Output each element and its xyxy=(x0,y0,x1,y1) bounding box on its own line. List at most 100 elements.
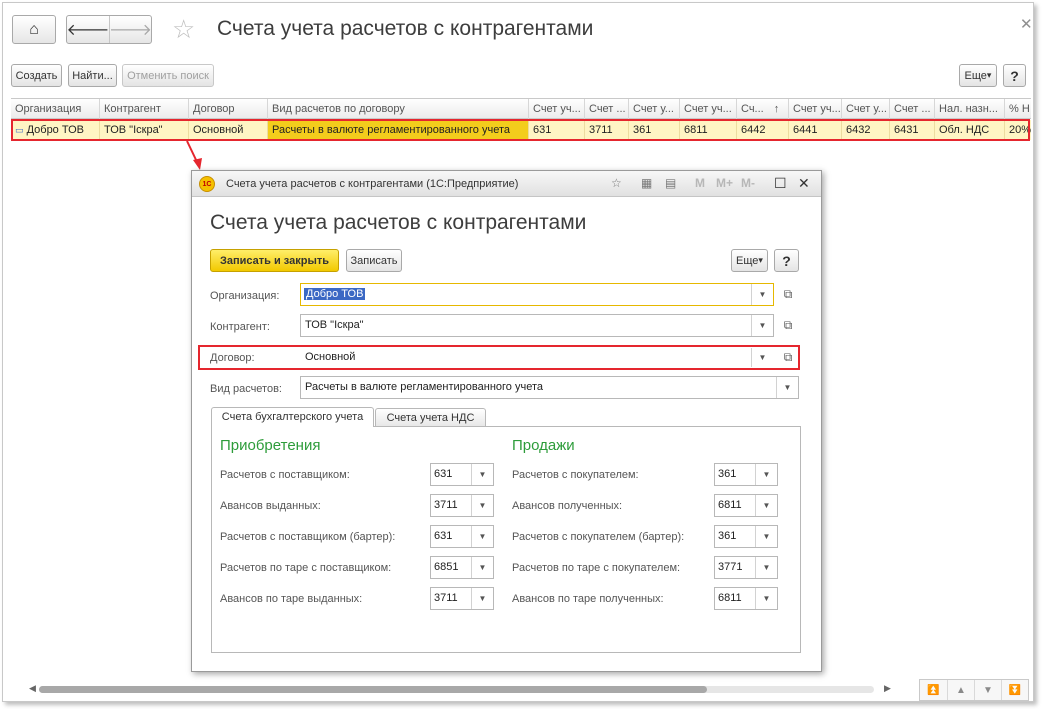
scroll-right-icon[interactable]: ▶ xyxy=(884,683,891,694)
counterparty-field[interactable]: ТОВ "Іскра" ▼ xyxy=(300,314,774,337)
forward-button[interactable]: 🡒 xyxy=(109,16,152,43)
chevron-down-icon[interactable]: ▼ xyxy=(471,557,493,578)
col-account-2[interactable]: Счет ... xyxy=(585,99,629,119)
calendar-icon[interactable]: ▤ xyxy=(665,176,676,190)
col-account-1[interactable]: Счет уч... xyxy=(529,99,585,119)
chevron-down-icon[interactable]: ▼ xyxy=(755,464,777,485)
chevron-down-icon[interactable]: ▼ xyxy=(755,557,777,578)
save-button[interactable]: Записать xyxy=(346,249,402,272)
col-account-6[interactable]: Счет уч... xyxy=(789,99,842,119)
col-vat-percent[interactable]: % Н xyxy=(1005,99,1031,119)
history-nav-group: 🡐 🡒 xyxy=(66,15,152,44)
prev-row-icon[interactable]: ▲ xyxy=(947,680,974,700)
col-account-3[interactable]: Счет у... xyxy=(629,99,680,119)
dialog-help-button[interactable]: ? xyxy=(774,249,799,272)
tab-vat[interactable]: Счета учета НДС xyxy=(375,408,486,427)
chevron-down-icon[interactable]: ▼ xyxy=(471,464,493,485)
col-account-5[interactable]: Сч... ↑ xyxy=(737,99,789,119)
favorite-icon[interactable]: ☆ xyxy=(611,176,622,190)
next-row-icon[interactable]: ▼ xyxy=(974,680,1001,700)
calculator-icon[interactable]: ▦ xyxy=(641,176,652,190)
tab-accounting[interactable]: Счета бухгалтерского учета xyxy=(211,407,374,427)
purchases-account-field[interactable]: 3711 ▼ xyxy=(430,587,494,610)
page-title: Счета учета расчетов с контрагентами xyxy=(217,17,594,40)
open-organization-icon[interactable]: ⧉ xyxy=(781,287,795,301)
contract-field[interactable]: Основной ▼ xyxy=(300,347,774,368)
sales-account-field[interactable]: 361 ▼ xyxy=(714,463,778,486)
organization-value: Добро ТОВ xyxy=(304,288,366,300)
chevron-down-icon[interactable]: ▼ xyxy=(471,588,493,609)
memory-minus-icon[interactable]: M- xyxy=(741,176,755,190)
tab-panel-accounting: Приобретения Продажи Расчетов с поставщи… xyxy=(211,426,801,653)
dialog-titlebar[interactable]: 1С Счета учета расчетов с контрагентами … xyxy=(192,171,821,197)
table-header: Организация Контрагент Договор Вид расче… xyxy=(11,99,1031,119)
dialog-more-button[interactable]: Еще xyxy=(731,249,768,272)
find-button[interactable]: Найти... xyxy=(68,64,117,87)
open-contract-icon[interactable]: ⧉ xyxy=(781,350,795,364)
purchases-row-label: Авансов выданных: xyxy=(220,500,321,512)
settlement-type-field[interactable]: Расчеты в валюте регламентированного уче… xyxy=(300,376,799,399)
1c-logo-icon: 1С xyxy=(199,176,215,192)
col-organization[interactable]: Организация xyxy=(11,99,100,119)
open-counterparty-icon[interactable]: ⧉ xyxy=(781,318,795,332)
chevron-down-icon[interactable]: ▼ xyxy=(751,284,773,305)
cancel-search-button[interactable]: Отменить поиск xyxy=(122,64,214,87)
col-account-4[interactable]: Счет уч... xyxy=(680,99,737,119)
chevron-down-icon[interactable]: ▼ xyxy=(751,348,773,367)
sales-account-field[interactable]: 361 ▼ xyxy=(714,525,778,548)
sales-row-label: Расчетов по таре с покупателем: xyxy=(512,562,681,574)
col-contract[interactable]: Договор xyxy=(189,99,268,119)
purchases-title: Приобретения xyxy=(220,437,321,454)
col-settlement-type[interactable]: Вид расчетов по договору xyxy=(268,99,529,119)
sales-account-field[interactable]: 3771 ▼ xyxy=(714,556,778,579)
chevron-down-icon[interactable]: ▼ xyxy=(776,377,798,398)
chevron-down-icon[interactable]: ▼ xyxy=(755,495,777,516)
home-button[interactable]: ⌂ xyxy=(13,16,55,43)
help-button[interactable]: ? xyxy=(1003,64,1026,87)
first-row-icon[interactable]: ⏫ xyxy=(920,680,947,700)
arrow-right-icon: 🡒 xyxy=(109,22,152,39)
last-row-icon[interactable]: ⏬ xyxy=(1001,680,1028,700)
arrow-left-icon: 🡐 xyxy=(66,22,110,39)
settlement-type-label: Вид расчетов: xyxy=(210,383,282,395)
sales-row-label: Авансов по таре полученных: xyxy=(512,593,664,605)
chevron-down-icon[interactable]: ▼ xyxy=(471,526,493,547)
sales-row-label: Авансов полученных: xyxy=(512,500,623,512)
purchases-row-label: Расчетов с поставщиком: xyxy=(220,469,350,481)
purchases-account-field[interactable]: 3711 ▼ xyxy=(430,494,494,517)
purchases-account-field[interactable]: 6851 ▼ xyxy=(430,556,494,579)
purchases-row-label: Расчетов по таре с поставщиком: xyxy=(220,562,392,574)
chevron-down-icon[interactable]: ▼ xyxy=(471,495,493,516)
purchases-account-field[interactable]: 631 ▼ xyxy=(430,525,494,548)
chevron-down-icon[interactable]: ▼ xyxy=(755,588,777,609)
more-button[interactable]: Еще xyxy=(959,64,997,87)
sales-account-field[interactable]: 6811 ▼ xyxy=(714,587,778,610)
save-and-close-button[interactable]: Записать и закрыть xyxy=(210,249,339,272)
purchases-account-field[interactable]: 631 ▼ xyxy=(430,463,494,486)
col-tax-purpose[interactable]: Нал. назн... xyxy=(935,99,1005,119)
memory-plus-icon[interactable]: M+ xyxy=(716,176,733,190)
scroll-thumb[interactable] xyxy=(39,686,707,693)
chevron-down-icon[interactable]: ▼ xyxy=(751,315,773,336)
organization-field[interactable]: Добро ТОВ ▼ xyxy=(300,283,774,306)
memory-m-icon[interactable]: M xyxy=(695,176,705,190)
scroll-left-icon[interactable]: ◀ xyxy=(29,683,36,694)
col-counterparty[interactable]: Контрагент xyxy=(100,99,189,119)
col-account-7[interactable]: Счет у... xyxy=(842,99,890,119)
row-navigation: ⏫ ▲ ▼ ⏬ xyxy=(919,679,1029,701)
create-button[interactable]: Создать xyxy=(11,64,62,87)
home-nav-group: ⌂ xyxy=(12,15,56,44)
dialog-caption: Счета учета расчетов с контрагентами (1С… xyxy=(226,178,519,190)
dialog-close-icon[interactable]: ✕ xyxy=(798,175,810,192)
maximize-icon[interactable]: ☐ xyxy=(774,175,787,192)
sales-account-field[interactable]: 6811 ▼ xyxy=(714,494,778,517)
close-icon[interactable]: ✕ xyxy=(1020,15,1033,33)
col-account-8[interactable]: Счет ... xyxy=(890,99,935,119)
back-button[interactable]: 🡐 xyxy=(66,16,110,43)
sort-up-icon: ↑ xyxy=(773,103,780,115)
chevron-down-icon[interactable]: ▼ xyxy=(755,526,777,547)
dialog-title: Счета учета расчетов с контрагентами xyxy=(210,211,587,234)
row-highlight-outline xyxy=(11,119,1030,141)
favorite-star-icon[interactable]: ☆ xyxy=(172,15,195,43)
horizontal-scrollbar[interactable]: ◀ ▶ xyxy=(29,683,891,694)
